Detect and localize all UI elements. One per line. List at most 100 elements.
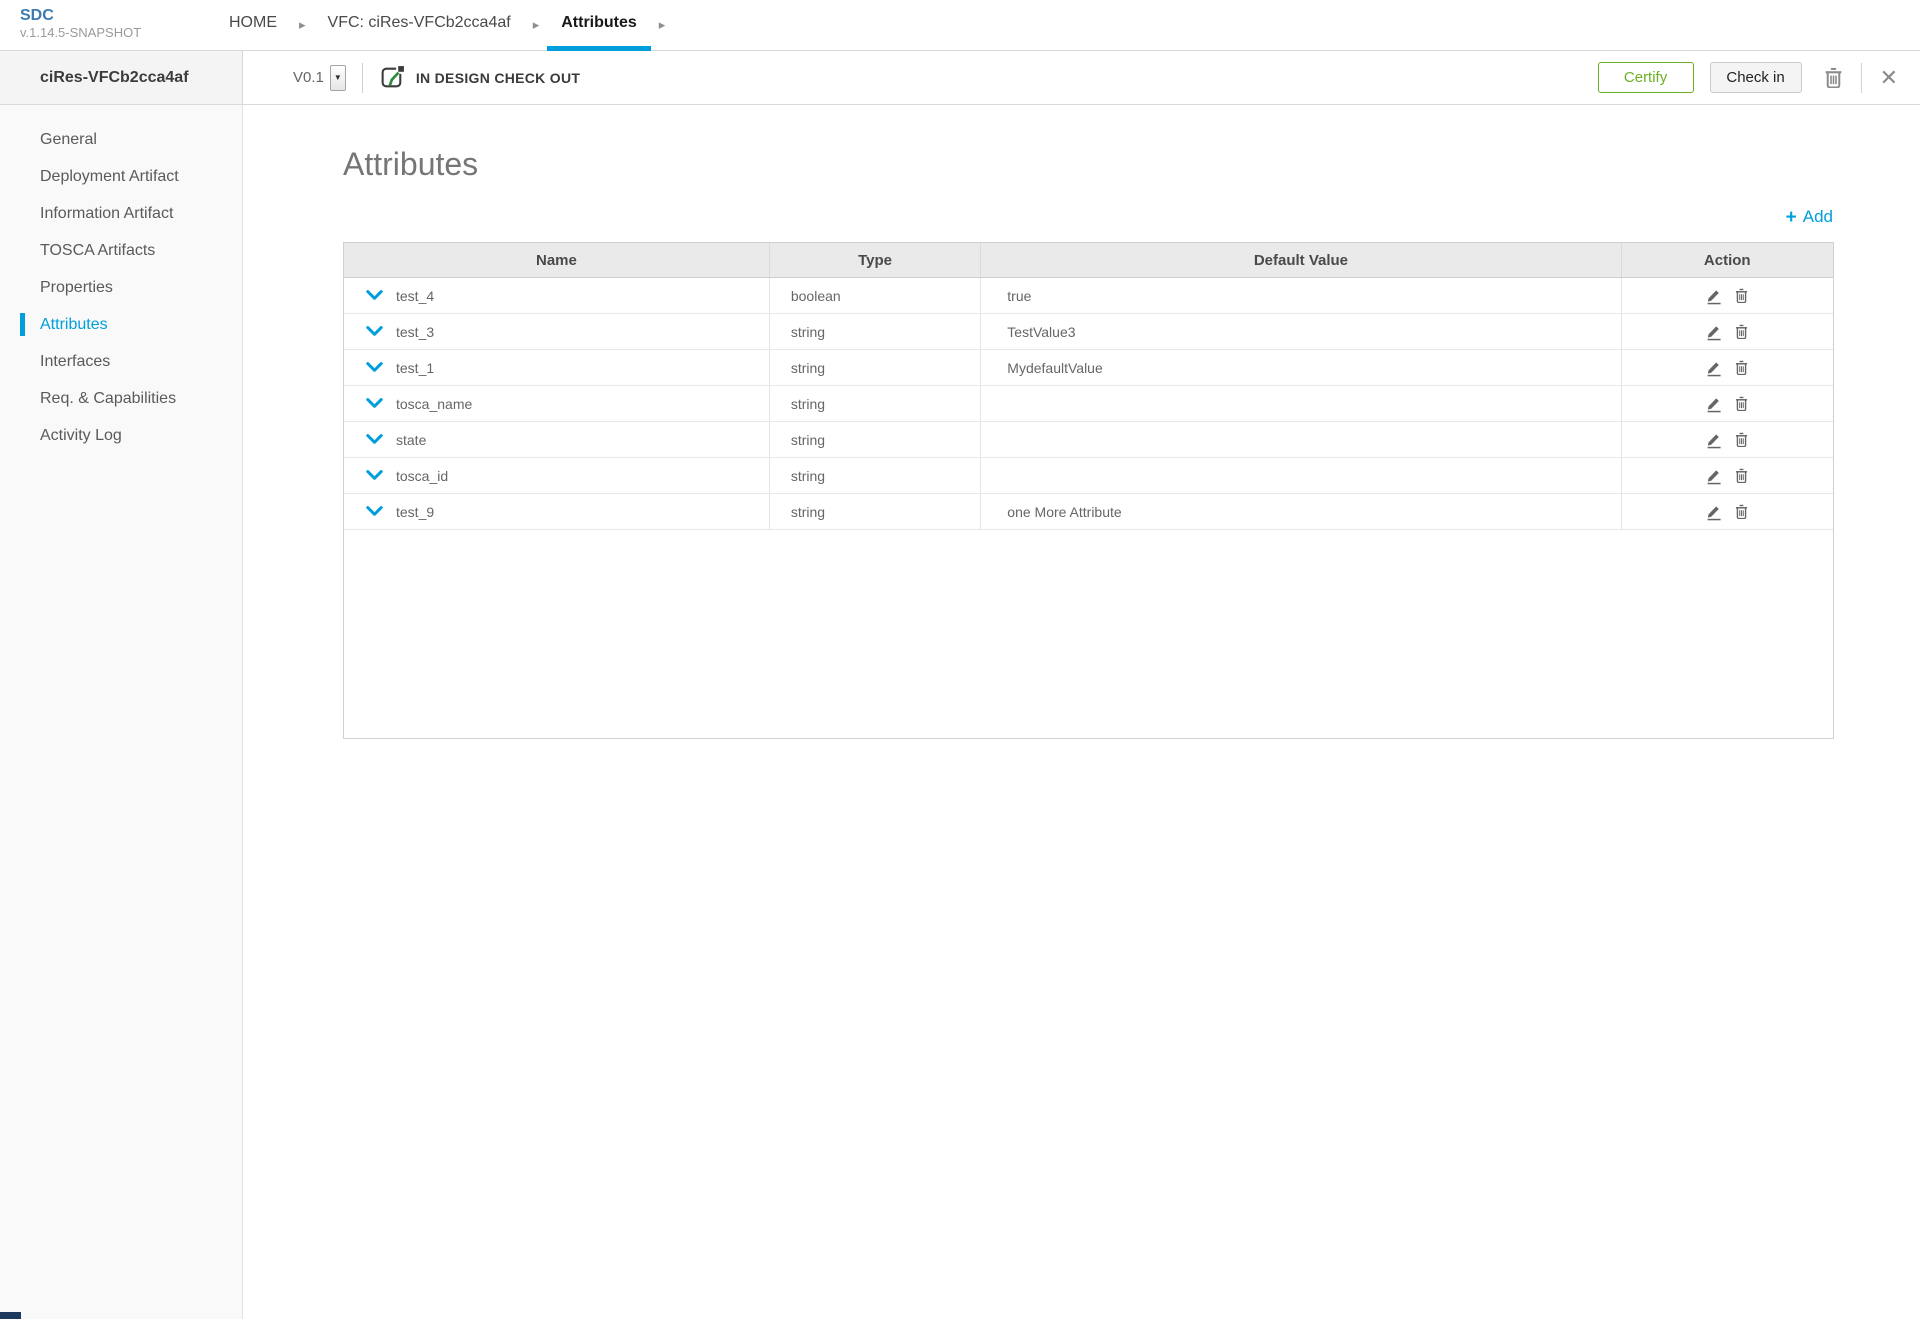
tab-home[interactable]: HOME [215,0,291,51]
version-selector[interactable]: ▼ [329,64,346,91]
expand-chevron-down-icon[interactable] [366,434,383,445]
attribute-name: test_9 [396,503,435,520]
pencil-icon [1707,397,1721,412]
sidebar-item-properties[interactable]: Properties [0,269,242,306]
logo-text: SDC [20,7,54,24]
certify-button[interactable]: Certify [1597,62,1694,93]
delete-attribute-button[interactable] [1733,286,1750,305]
delete-attribute-button[interactable] [1733,430,1750,449]
attribute-type: string [770,386,982,421]
attribute-type: string [770,350,982,385]
sdc-logo[interactable]: SDC v.1.14.5-SNAPSHOT [0,0,215,50]
plus-icon: + [1785,206,1797,228]
sidebar-item-deployment-artifact[interactable]: Deployment Artifact [0,158,242,195]
add-label: Add [1802,207,1833,226]
divider [361,62,363,93]
edit-attribute-button[interactable] [1704,393,1724,415]
column-header-default-value: Default Value [981,243,1622,277]
breadcrumb-arrow-icon: ▸ [658,17,666,32]
sidebar-item-activity-log[interactable]: Activity Log [0,417,242,454]
expand-chevron-down-icon[interactable] [366,398,383,409]
table-row: test_4 boolean true [344,278,1833,314]
sidebar-item-req-capabilities[interactable]: Req. & Capabilities [0,380,242,417]
logo-version: v.1.14.5-SNAPSHOT [20,25,142,40]
sidebar-item-attributes[interactable]: Attributes [0,306,242,343]
breadcrumb: HOME ▸ VFC: ciRes-VFCb2cca4af ▸ Attribut… [215,0,673,51]
table-row: test_9 string one More Attribute [344,494,1833,530]
delete-attribute-button[interactable] [1733,322,1750,341]
attribute-type: string [770,314,982,349]
version-label: V0.1 [293,69,324,86]
table-header-row: Name Type Default Value Action [344,243,1833,278]
entity-header-bar: ciRes-VFCb2cca4af V0.1 ▼ IN DESIGN CHECK… [0,51,1920,105]
sidebar-item-tosca-artifacts[interactable]: TOSCA Artifacts [0,232,242,269]
table-row: state string [344,422,1833,458]
edit-attribute-button[interactable] [1704,357,1724,379]
tab-vfc[interactable]: VFC: ciRes-VFCb2cca4af [314,0,525,51]
attribute-name: state [396,431,427,448]
delete-attribute-button[interactable] [1733,358,1750,377]
main-content: Attributes + Add Name Type Default Value… [243,105,1920,1319]
table-row: tosca_id string [344,458,1833,494]
pencil-icon [1707,361,1721,376]
breadcrumb-arrow-icon: ▸ [532,17,540,32]
attribute-default-value [981,386,1622,421]
footer-corner [0,1312,21,1319]
attribute-default-value [981,458,1622,493]
attribute-default-value [981,422,1622,457]
trash-icon [1736,504,1748,519]
sidebar-item-general[interactable]: General [0,121,242,158]
delete-attribute-button[interactable] [1733,466,1750,485]
expand-chevron-down-icon[interactable] [366,506,383,517]
attributes-table: Name Type Default Value Action test_4 bo… [343,242,1834,739]
entity-name: ciRes-VFCb2cca4af [40,68,189,86]
caret-down-icon: ▼ [333,73,342,82]
attribute-type: boolean [770,278,982,313]
checkin-button[interactable]: Check in [1709,62,1802,93]
edit-attribute-button[interactable] [1704,321,1724,343]
page-title: Attributes [343,146,479,182]
trash-icon [1736,396,1748,411]
pencil-icon [1707,469,1721,484]
pencil-icon [1707,289,1721,304]
column-header-name: Name [344,243,770,277]
trash-icon [1736,288,1748,303]
delete-version-button[interactable] [1820,63,1847,92]
attribute-name: tosca_id [396,467,449,484]
left-nav: General Deployment Artifact Information … [0,105,243,1319]
expand-chevron-down-icon[interactable] [366,290,383,301]
attribute-default-value: MydefaultValue [981,350,1622,385]
add-attribute-button[interactable]: + Add [1786,207,1833,227]
edit-attribute-button[interactable] [1704,501,1724,523]
sidebar-item-information-artifact[interactable]: Information Artifact [0,195,242,232]
close-button[interactable]: ✕ [1876,64,1902,92]
sidebar-item-interfaces[interactable]: Interfaces [0,343,242,380]
attribute-name: tosca_name [396,395,473,412]
column-header-action: Action [1703,251,1751,269]
top-bar: SDC v.1.14.5-SNAPSHOT HOME ▸ VFC: ciRes-… [0,0,1920,51]
trash-icon [1736,432,1748,447]
breadcrumb-arrow-icon: ▸ [299,17,306,32]
column-header-type: Type [770,243,982,277]
lifecycle-status: IN DESIGN CHECK OUT [415,69,581,86]
attribute-type: string [770,458,982,493]
edit-attribute-button[interactable] [1704,465,1724,487]
expand-chevron-down-icon[interactable] [366,326,383,337]
delete-attribute-button[interactable] [1733,502,1750,521]
table-body: test_4 boolean true test_3 string TestVa… [344,278,1833,530]
attribute-name: test_1 [396,359,435,376]
attribute-default-value: true [981,278,1622,313]
attribute-type: string [770,494,982,529]
attribute-default-value: TestValue3 [981,314,1622,349]
attribute-type: string [770,422,982,457]
tab-attributes[interactable]: Attributes [547,0,651,51]
delete-attribute-button[interactable] [1733,394,1750,413]
divider [1860,62,1862,93]
trash-icon [1736,468,1748,483]
expand-chevron-down-icon[interactable] [366,470,383,481]
attribute-default-value: one More Attribute [981,494,1622,529]
edit-attribute-button[interactable] [1704,285,1724,307]
edit-attribute-button[interactable] [1704,429,1724,451]
expand-chevron-down-icon[interactable] [366,362,383,373]
pencil-icon [1707,325,1721,340]
